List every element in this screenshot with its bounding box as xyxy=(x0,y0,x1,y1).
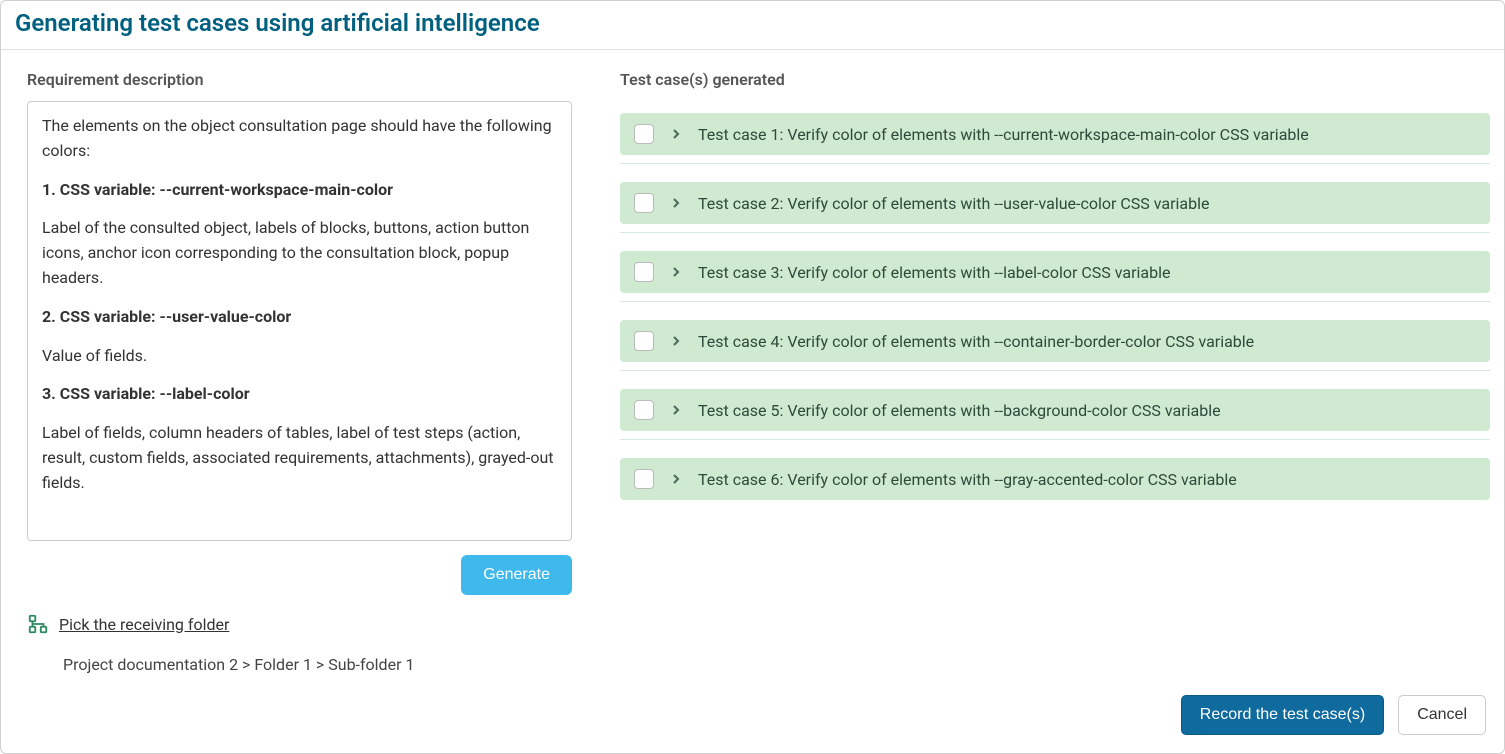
chevron-right-icon[interactable] xyxy=(668,471,684,487)
testcase-item: Test case 2: Verify color of elements wi… xyxy=(620,182,1490,233)
requirement-item-heading: 3. CSS variable: --label-color xyxy=(42,384,250,403)
generate-button[interactable]: Generate xyxy=(461,555,572,595)
requirement-item-heading: 2. CSS variable: --user-value-color xyxy=(42,307,291,326)
ai-testcase-modal: Generating test cases using artificial i… xyxy=(0,0,1505,754)
testcase-row[interactable]: Test case 4: Verify color of elements wi… xyxy=(620,320,1490,362)
testcase-label: Test case 6: Verify color of elements wi… xyxy=(698,470,1237,489)
testcase-item: Test case 1: Verify color of elements wi… xyxy=(620,113,1490,164)
tree-icon xyxy=(27,613,49,635)
testcase-label: Test case 5: Verify color of elements wi… xyxy=(698,401,1221,420)
testcase-item: Test case 6: Verify color of elements wi… xyxy=(620,458,1490,508)
right-panel: Test case(s) generated Test case 1: Veri… xyxy=(620,70,1490,681)
testcase-label: Test case 2: Verify color of elements wi… xyxy=(698,194,1209,213)
chevron-right-icon[interactable] xyxy=(668,402,684,418)
requirement-item-body: Value of fields. xyxy=(42,344,557,369)
requirement-section-label: Requirement description xyxy=(27,70,572,89)
testcase-item: Test case 4: Verify color of elements wi… xyxy=(620,320,1490,371)
testcase-checkbox[interactable] xyxy=(634,124,654,144)
testcase-row[interactable]: Test case 5: Verify color of elements wi… xyxy=(620,389,1490,431)
modal-header: Generating test cases using artificial i… xyxy=(1,1,1504,50)
testcase-row[interactable]: Test case 2: Verify color of elements wi… xyxy=(620,182,1490,224)
chevron-right-icon[interactable] xyxy=(668,264,684,280)
testcase-row[interactable]: Test case 6: Verify color of elements wi… xyxy=(620,458,1490,500)
requirement-intro: The elements on the object consultation … xyxy=(42,114,557,164)
testcase-checkbox[interactable] xyxy=(634,262,654,282)
testcase-list: Test case 1: Verify color of elements wi… xyxy=(620,101,1490,526)
modal-footer: Record the test case(s) Cancel xyxy=(1,681,1504,753)
testcases-section-label: Test case(s) generated xyxy=(620,70,1490,89)
folder-section: Pick the receiving folder Project docume… xyxy=(27,613,572,674)
chevron-right-icon[interactable] xyxy=(668,126,684,142)
requirement-description-input[interactable]: The elements on the object consultation … xyxy=(27,101,572,541)
chevron-right-icon[interactable] xyxy=(668,195,684,211)
testcase-row[interactable]: Test case 3: Verify color of elements wi… xyxy=(620,251,1490,293)
left-panel: Requirement description The elements on … xyxy=(27,70,572,681)
testcase-label: Test case 4: Verify color of elements wi… xyxy=(698,332,1254,351)
modal-body: Requirement description The elements on … xyxy=(1,50,1504,681)
testcase-checkbox[interactable] xyxy=(634,469,654,489)
testcase-checkbox[interactable] xyxy=(634,193,654,213)
testcase-label: Test case 3: Verify color of elements wi… xyxy=(698,263,1170,282)
requirement-item-heading: 1. CSS variable: --current-workspace-mai… xyxy=(42,180,393,199)
folder-link-row: Pick the receiving folder xyxy=(27,613,572,635)
record-testcases-button[interactable]: Record the test case(s) xyxy=(1181,695,1384,735)
testcase-row[interactable]: Test case 1: Verify color of elements wi… xyxy=(620,113,1490,155)
requirement-item-body: Label of the consulted object, labels of… xyxy=(42,216,557,290)
testcase-checkbox[interactable] xyxy=(634,400,654,420)
testcase-label: Test case 1: Verify color of elements wi… xyxy=(698,125,1309,144)
requirement-item-body: Label of fields, column headers of table… xyxy=(42,421,557,495)
breadcrumb: Project documentation 2 > Folder 1 > Sub… xyxy=(63,655,572,674)
modal-title: Generating test cases using artificial i… xyxy=(15,9,1490,37)
cancel-button[interactable]: Cancel xyxy=(1398,695,1486,735)
generate-row: Generate xyxy=(27,555,572,595)
testcase-item: Test case 3: Verify color of elements wi… xyxy=(620,251,1490,302)
chevron-right-icon[interactable] xyxy=(668,333,684,349)
testcase-item: Test case 5: Verify color of elements wi… xyxy=(620,389,1490,440)
testcase-checkbox[interactable] xyxy=(634,331,654,351)
pick-folder-link[interactable]: Pick the receiving folder xyxy=(59,615,229,634)
